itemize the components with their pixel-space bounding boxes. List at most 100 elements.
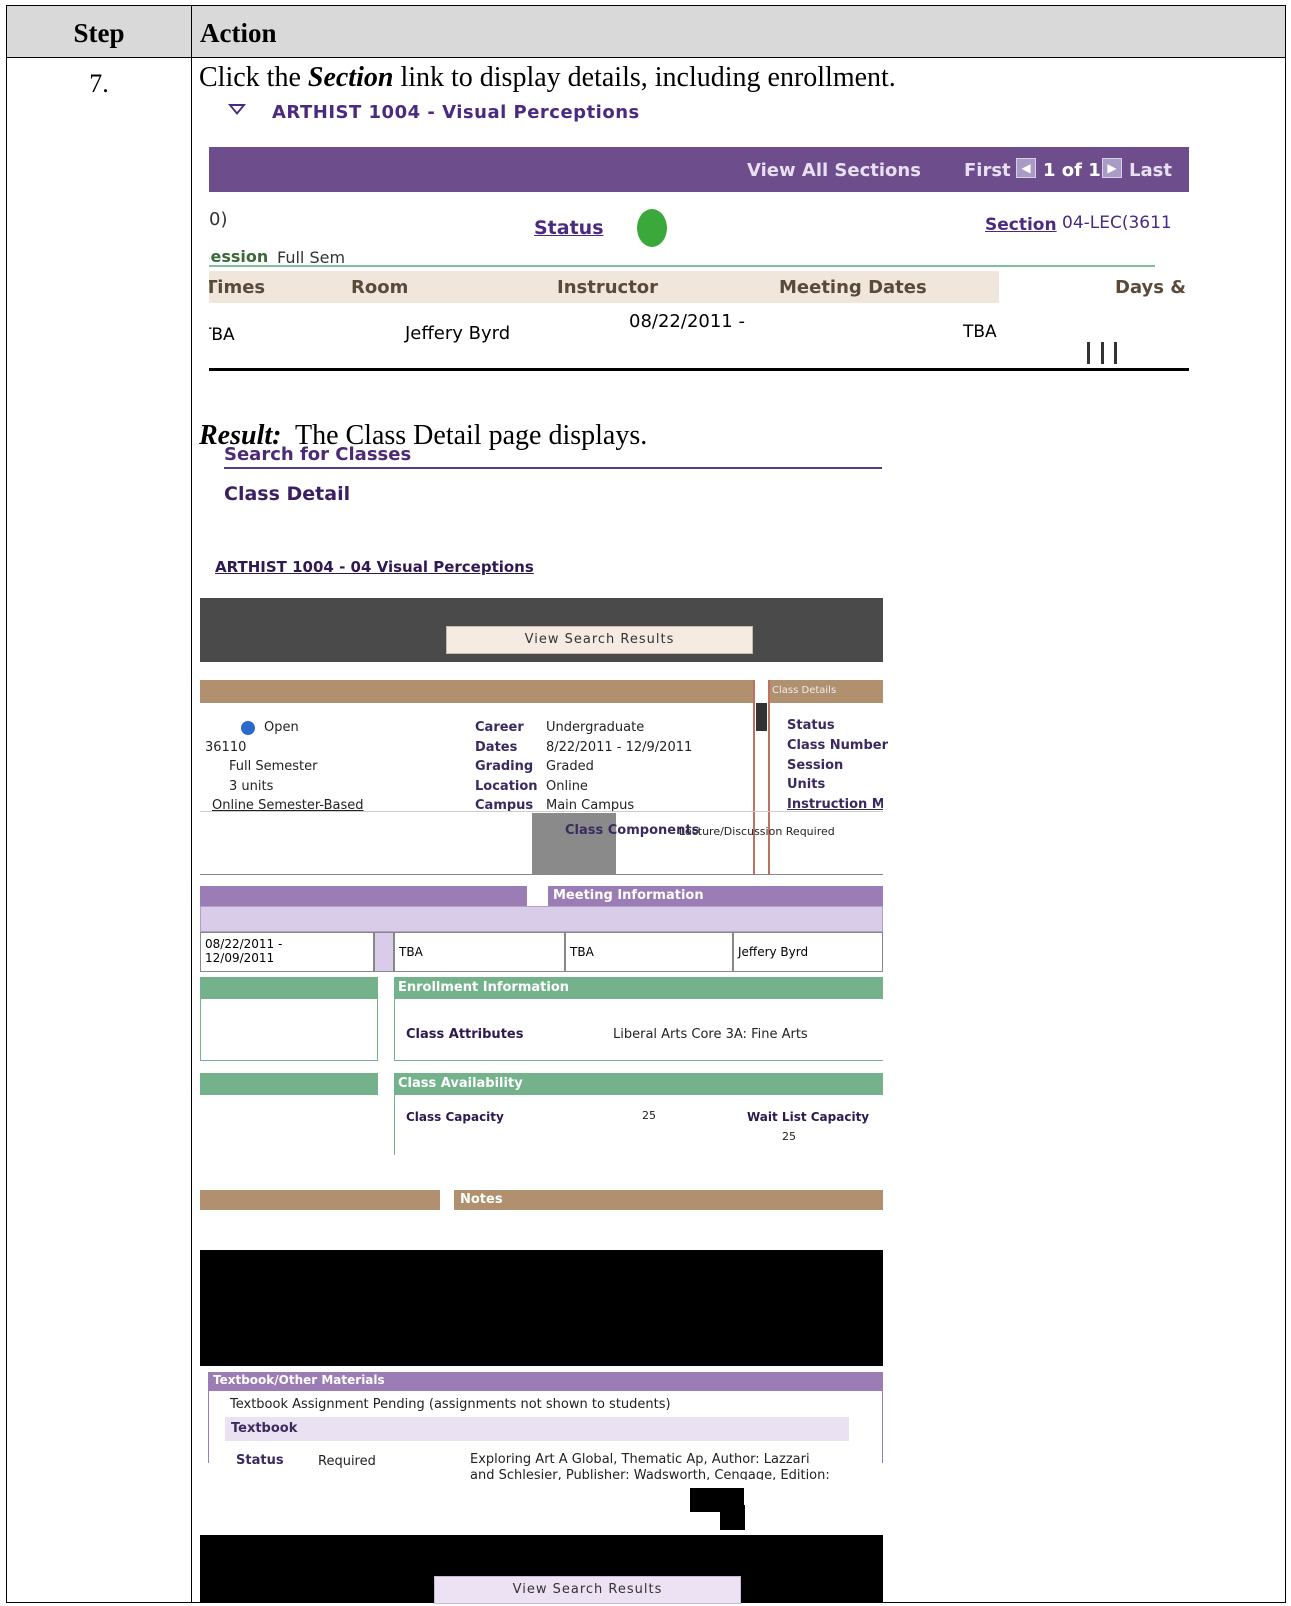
session-label: Session <box>209 247 269 266</box>
collapse-triangle-inner <box>232 106 242 112</box>
mid-lbl-2: Grading <box>475 759 534 774</box>
next-arrow-icon[interactable]: ▶ <box>1102 158 1122 178</box>
left-val-0: Open <box>264 720 299 735</box>
notes-header: Notes <box>454 1190 883 1210</box>
tb-desc-2: and Schlesier, Publisher: Wadsworth, Cen… <box>470 1468 830 1480</box>
mid-lbl-3: Location <box>475 779 538 794</box>
textbook-other-materials-header: Textbook/Other Materials <box>208 1372 883 1391</box>
meeting-cell-dates: 08/22/2011 - 12/09/2011 <box>200 932 374 972</box>
redacted-block <box>200 1250 883 1366</box>
left-val-1: 36110 <box>205 740 247 755</box>
class-details-bar <box>200 680 753 703</box>
class-capacity-value: 25 <box>642 1109 656 1122</box>
redacted-mark <box>720 1505 745 1530</box>
meeting-cell-spacer <box>374 932 394 972</box>
step-number: 7. <box>89 69 109 98</box>
schedule-header: Times Room Instructor Meeting Dates <box>209 271 999 303</box>
last-link[interactable]: Last <box>1129 160 1172 181</box>
textbook-subheader: Textbook <box>225 1417 849 1441</box>
class-attributes-label: Class Attributes <box>406 1027 524 1042</box>
header-step: Step <box>73 18 125 48</box>
right-lbl-1: Class Number <box>787 738 888 753</box>
divider-line <box>209 265 1155 267</box>
class-attributes-value: Liberal Arts Core 3A: Fine Arts <box>613 1027 808 1042</box>
enrolled-value: 25 <box>782 1130 796 1143</box>
instruction-pre: Click the <box>199 62 308 93</box>
right-lbl-3: Units <box>787 777 826 792</box>
schedule-header-right: Days & <box>1049 271 1189 303</box>
notes-left-bar <box>200 1190 440 1210</box>
textbook-pending-text: Textbook Assignment Pending (assignments… <box>230 1397 671 1412</box>
mid-lbl-0: Career <box>475 720 524 735</box>
col-days: Days & <box>1115 277 1186 298</box>
bar-mark <box>1101 342 1104 364</box>
search-for-classes-title: Search for Classes <box>224 444 412 465</box>
availability-left-bar <box>200 1073 378 1095</box>
title-underline <box>224 467 882 469</box>
enrollment-left-bar <box>200 977 378 999</box>
class-detail-title: Class Detail <box>224 483 351 505</box>
mid-lbl-1: Dates <box>475 740 518 755</box>
meeting-columns-header <box>200 906 883 932</box>
enrollment-left-box <box>200 999 378 1061</box>
partial-text: 0) <box>209 209 228 230</box>
class-capacity-label: Class Capacity <box>406 1110 504 1124</box>
col-room: Room <box>351 277 409 298</box>
header-action: Action <box>200 18 277 48</box>
status-annotation: Status <box>534 217 604 239</box>
col-meeting-dates: Meeting Dates <box>779 277 927 298</box>
meeting-left-bar <box>200 886 527 906</box>
mid-val-3: Online <box>546 779 588 794</box>
page-indicator: 1 of 1 <box>1043 160 1101 181</box>
left-val-2: Full Semester <box>229 759 318 774</box>
row-days: TBA <box>963 322 997 342</box>
status-green-circle <box>637 209 667 247</box>
dark-block <box>756 703 767 731</box>
section-link[interactable]: Section <box>985 215 1057 235</box>
prev-arrow-icon[interactable]: ◀ <box>1016 158 1036 178</box>
class-availability-header: Class Availability <box>394 1073 883 1095</box>
row-instructor: Jeffery Byrd <box>405 323 511 344</box>
mid-val-1: 8/22/2011 - 12/9/2011 <box>546 740 693 755</box>
availability-border <box>394 1095 395 1155</box>
bar-mark <box>1114 342 1117 364</box>
class-components-value: Lecture/Discussion Required <box>679 825 835 838</box>
view-search-results-bottom-button[interactable]: View Search Results <box>434 1576 741 1604</box>
view-search-results-button[interactable]: View Search Results <box>446 626 753 654</box>
first-link[interactable]: First <box>964 160 1011 181</box>
meeting-cell-room: TBA <box>565 932 733 972</box>
bar-mark <box>1087 342 1090 364</box>
course-title-1: ARTHIST 1004 - Visual Perceptions <box>272 102 640 123</box>
table-header-row: Step Action <box>7 6 1285 58</box>
col-instructor: Instructor <box>557 277 659 298</box>
right-lbl-0: Status <box>787 718 835 733</box>
meeting-information-header: Meeting Information <box>548 886 883 906</box>
divider <box>200 811 883 812</box>
tb-status-value: Required <box>318 1454 376 1469</box>
mid-val-2: Graded <box>546 759 594 774</box>
divider <box>200 874 883 875</box>
instruction-text: Click the Section link to display detail… <box>199 62 896 94</box>
class-details-tab: Class Details <box>772 685 837 696</box>
class-course-title: ARTHIST 1004 - 04 Visual Perceptions <box>215 558 534 576</box>
right-lbl-4: Instruction Mode <box>787 797 883 812</box>
tb-status-label: Status <box>236 1453 284 1468</box>
meeting-cell-instructor: Jeffery Byrd <box>733 932 883 972</box>
section-nav-bar: View All Sections First ◀ 1 of 1 ▶ Last <box>209 147 1189 192</box>
column-divider <box>191 6 192 1602</box>
mid-val-0: Undergraduate <box>546 720 645 735</box>
instruction-em: Section <box>307 62 394 93</box>
open-status-icon <box>241 721 255 735</box>
row-times: TBA <box>209 325 235 345</box>
view-all-sections-link[interactable]: View All Sections <box>747 160 921 181</box>
col-times: Times <box>209 277 266 298</box>
section-value: 04-LEC(3611 <box>1062 213 1172 233</box>
section-screenshot: View All Sections First ◀ 1 of 1 ▶ Last … <box>209 147 1189 380</box>
right-lbl-2: Session <box>787 758 844 773</box>
instruction-post: link to display details, including enrol… <box>393 62 896 93</box>
row-dates: 08/22/2011 - <box>629 311 745 332</box>
left-val-3: 3 units <box>229 779 274 794</box>
tb-desc-1: Exploring Art A Global, Thematic Ap, Aut… <box>470 1452 810 1467</box>
enrollment-information-header: Enrollment Information <box>394 977 883 999</box>
wait-list-capacity-label: Wait List Capacity <box>747 1110 870 1124</box>
